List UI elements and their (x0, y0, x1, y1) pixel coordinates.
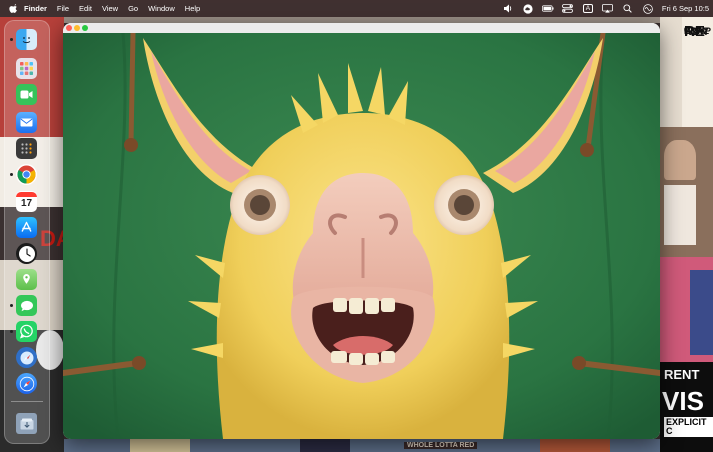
poster-line: COMP (684, 26, 711, 36)
safari-alt-icon[interactable] (16, 347, 37, 368)
control-center-icon[interactable] (562, 4, 574, 14)
menu-edit[interactable]: Edit (79, 4, 92, 13)
whatsapp-icon[interactable] (16, 321, 37, 342)
input-source-label: A (582, 4, 594, 13)
dock: 17 (4, 20, 50, 444)
search-icon[interactable] (622, 4, 634, 14)
close-window-button[interactable] (66, 25, 72, 31)
menu-help[interactable]: Help (185, 4, 200, 13)
downloads-stack-icon[interactable] (16, 413, 37, 434)
poster-line: RENT (664, 367, 700, 382)
volume-icon[interactable] (502, 4, 514, 14)
running-indicator (10, 304, 13, 307)
wallpaper-tile (690, 270, 713, 355)
running-indicator (10, 38, 13, 41)
menu-file[interactable]: File (57, 4, 69, 13)
maps-icon[interactable] (16, 269, 37, 290)
image-viewer-window[interactable] (63, 23, 660, 439)
menu-bar-status-area: A Fri 6 Sep 10:5 (494, 0, 709, 17)
input-source-icon[interactable]: A (582, 4, 594, 14)
messages-icon[interactable] (16, 295, 37, 316)
wallpaper-tile (130, 439, 190, 452)
facetime-icon[interactable] (16, 84, 37, 105)
window-titlebar[interactable] (63, 23, 660, 33)
zoom-window-button[interactable] (82, 25, 88, 31)
launchpad-icon[interactable] (16, 58, 37, 79)
wallpaper-tile (300, 439, 350, 452)
wallpaper-tile (540, 439, 610, 452)
siri-icon[interactable] (642, 3, 654, 14)
clock-icon[interactable] (16, 243, 37, 264)
battery-icon[interactable] (541, 4, 554, 14)
menu-bar: Finder File Edit View Go Window Help A F… (0, 0, 713, 17)
running-indicator (10, 173, 13, 176)
menu-go[interactable]: Go (128, 4, 138, 13)
menu-view[interactable]: View (102, 4, 118, 13)
menu-window[interactable]: Window (148, 4, 175, 13)
dock-separator (11, 401, 43, 402)
wallpaper-tile (660, 17, 682, 127)
wallpaper-face (664, 140, 696, 180)
calculator-icon[interactable] (16, 138, 37, 159)
chrome-icon[interactable] (16, 164, 37, 185)
wallpaper-bottom-text: WHOLE LOTTA RED (404, 442, 478, 449)
poster-line: VIS (662, 386, 704, 416)
wallpaper-tile (664, 185, 696, 245)
menu-finder[interactable]: Finder (24, 4, 47, 13)
creative-cloud-icon[interactable] (522, 3, 534, 14)
calendar-day: 17 (20, 198, 33, 209)
calendar-icon[interactable]: 17 (16, 191, 37, 212)
mail-icon[interactable] (16, 112, 37, 133)
finder-icon[interactable] (16, 29, 37, 50)
minimize-window-button[interactable] (74, 25, 80, 31)
safari-icon[interactable] (16, 373, 37, 394)
menu-bar-clock[interactable]: Fri 6 Sep 10:5 (662, 4, 709, 13)
screen-mirroring-icon[interactable] (602, 4, 614, 14)
llama-photo (63, 33, 660, 439)
running-indicator (10, 330, 13, 333)
app-store-icon[interactable] (16, 217, 37, 238)
poster-line: EXPLICIT C (664, 417, 713, 437)
apple-logo-icon[interactable] (8, 3, 18, 14)
